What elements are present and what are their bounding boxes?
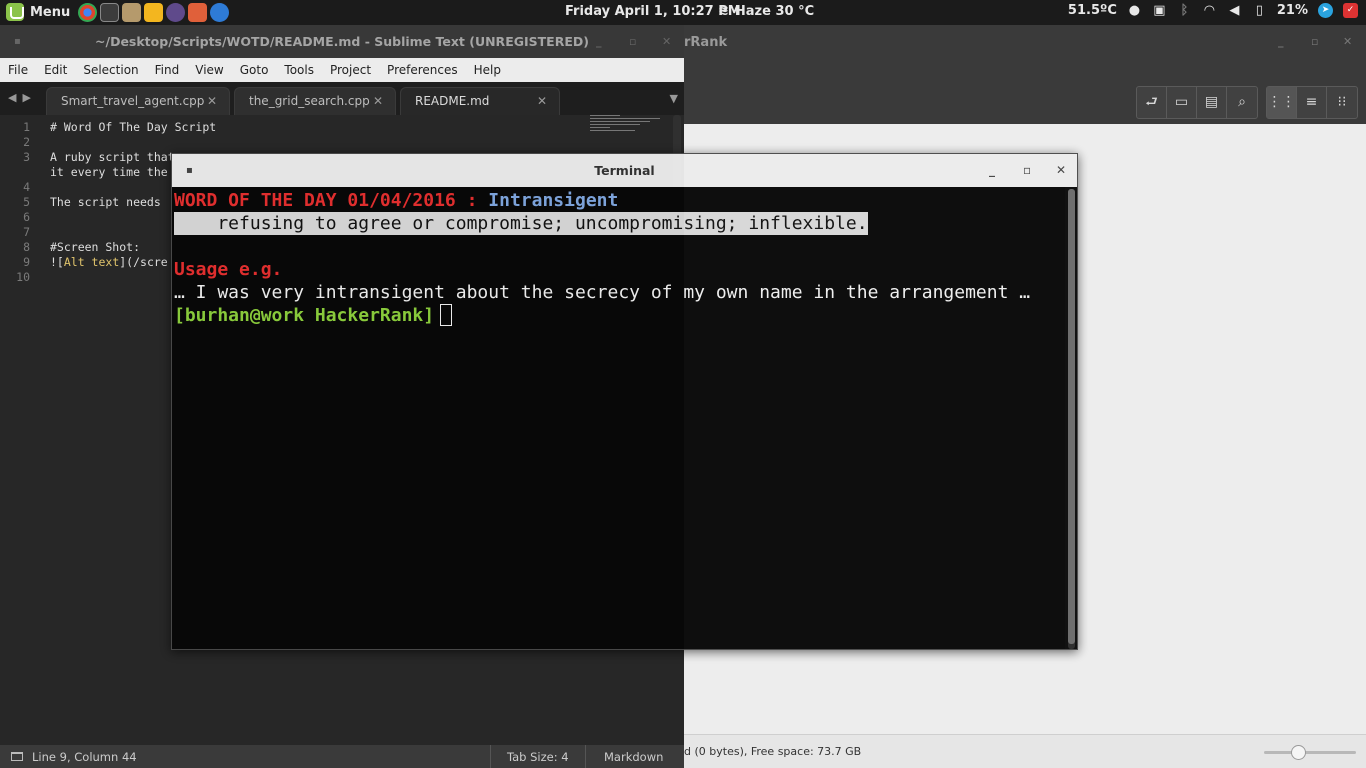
- weather-text: Haze 30 °C: [734, 4, 815, 19]
- app-b-icon[interactable]: [210, 3, 229, 22]
- open-location-icon[interactable]: ⮐: [1137, 87, 1167, 118]
- chrome-icon[interactable]: [78, 3, 97, 22]
- syntax-mode[interactable]: Markdown: [604, 750, 663, 764]
- tab-smart-travel-agent[interactable]: Smart_travel_agent.cpp ✕: [46, 87, 230, 115]
- sublime-title: ~/Desktop/Scripts/WOTD/README.md - Subli…: [95, 34, 589, 49]
- sublime-titlebar[interactable]: ▪ ~/Desktop/Scripts/WOTD/README.md - Sub…: [0, 25, 684, 58]
- wotd-word: Intransigent: [488, 190, 619, 211]
- tab-close-icon[interactable]: ✕: [373, 88, 383, 115]
- menu-label: Menu: [30, 4, 71, 20]
- wotd-header: WORD OF THE DAY 01/04/2016 : Intransigen…: [174, 190, 619, 211]
- menu-button[interactable]: Menu: [6, 3, 70, 21]
- tab-label: Smart_travel_agent.cpp: [61, 94, 205, 108]
- close-icon[interactable]: ✕: [1056, 154, 1066, 187]
- panel-toggle-icon[interactable]: [11, 752, 23, 761]
- file-manager-titlebar[interactable]: rRank _ ▫ ✕: [684, 25, 1366, 59]
- minimize-icon[interactable]: _: [1278, 35, 1284, 48]
- files-icon[interactable]: [122, 3, 141, 22]
- menu-edit[interactable]: Edit: [36, 58, 75, 82]
- tab-label: README.md: [415, 94, 490, 108]
- free-space-text: d (0 bytes), Free space: 73.7 GB: [684, 745, 862, 758]
- minimap[interactable]: [590, 115, 670, 139]
- search-icon[interactable]: ⌕: [1227, 87, 1257, 118]
- top-panel: Menu Friday April 1, 10:27 PM ≋ Haze 30 …: [0, 0, 1366, 25]
- launcher-bar: [78, 3, 229, 22]
- usage-example: … I was very intransigent about the secr…: [174, 282, 1031, 303]
- tab-readme[interactable]: README.md ✕: [400, 87, 560, 115]
- file-manager-statusbar: d (0 bytes), Free space: 73.7 GB: [684, 734, 1366, 768]
- terminal-scrollbar[interactable]: [1068, 189, 1075, 649]
- terminal-titlebar[interactable]: ▪ Terminal _ ▫ ✕: [172, 154, 1077, 187]
- window-menu-icon[interactable]: ▪: [14, 25, 21, 58]
- tab-close-icon[interactable]: ✕: [207, 88, 217, 115]
- open-terminal-icon[interactable]: ▭: [1167, 87, 1197, 118]
- wotd-definition: refusing to agree or compromise; uncompr…: [174, 212, 868, 235]
- haze-icon: ≋: [718, 4, 729, 19]
- system-tray: 51.5ºC ● ▣ ᛒ ◠ ◀ ▯ 21% ➤ ✓: [1068, 3, 1358, 18]
- sublime-menubar: File Edit Selection Find View Goto Tools…: [0, 58, 684, 82]
- maximize-icon[interactable]: ▫: [1311, 35, 1318, 48]
- app-m-icon[interactable]: [188, 3, 207, 22]
- terminal-title: Terminal: [594, 163, 655, 178]
- zoom-slider[interactable]: [1264, 745, 1356, 760]
- menu-project[interactable]: Project: [322, 58, 379, 82]
- update-icon[interactable]: ▣: [1152, 3, 1167, 18]
- folder-icon[interactable]: ▤: [1197, 87, 1227, 118]
- menu-goto[interactable]: Goto: [232, 58, 277, 82]
- wifi-icon[interactable]: ◠: [1202, 3, 1217, 18]
- tab-the-grid-search[interactable]: the_grid_search.cpp ✕: [234, 87, 396, 115]
- volume-muted-icon[interactable]: ◀: [1227, 3, 1242, 18]
- menu-tools[interactable]: Tools: [276, 58, 322, 82]
- battery-percent: 21%: [1276, 3, 1308, 18]
- toolbar-actions: ⮐ ▭ ▤ ⌕: [1136, 86, 1258, 119]
- clock[interactable]: Friday April 1, 10:27 PM: [565, 4, 741, 19]
- maximize-icon[interactable]: ▫: [629, 25, 636, 58]
- telegram-icon[interactable]: ➤: [1318, 3, 1333, 18]
- close-icon[interactable]: ✕: [1343, 35, 1352, 48]
- terminal-window: ▪ Terminal _ ▫ ✕ WORD OF THE DAY 01/04/2…: [171, 153, 1078, 650]
- tab-list-icon[interactable]: ▼: [670, 92, 678, 105]
- menu-view[interactable]: View: [187, 58, 231, 82]
- list-view-icon[interactable]: ≡: [1297, 87, 1327, 118]
- cpu-temperature[interactable]: 51.5ºC: [1068, 3, 1117, 18]
- shield-icon[interactable]: ✓: [1343, 3, 1358, 18]
- tab-close-icon[interactable]: ✕: [537, 88, 547, 115]
- tab-nav-arrows-icon[interactable]: ◀▶: [8, 91, 37, 104]
- tab-label: the_grid_search.cpp: [249, 94, 370, 108]
- mint-logo-icon: [6, 3, 24, 21]
- file-manager-title: rRank: [684, 35, 728, 50]
- battery-icon[interactable]: ▯: [1252, 3, 1267, 18]
- code-line: 2: [23, 135, 30, 149]
- window-menu-icon[interactable]: ▪: [186, 154, 193, 187]
- keep-icon[interactable]: [144, 3, 163, 22]
- sublime-statusbar: Line 9, Column 44 Tab Size: 4 Markdown: [0, 745, 684, 768]
- code-line: 1 # Word Of The Day Script: [23, 120, 217, 134]
- shell-prompt: [burhan@work HackerRank]: [174, 304, 453, 327]
- bluetooth-icon[interactable]: ᛒ: [1177, 3, 1192, 18]
- terminal-cursor: [440, 304, 453, 326]
- user-icon[interactable]: ●: [1127, 3, 1142, 18]
- menu-file[interactable]: File: [0, 58, 36, 82]
- close-icon[interactable]: ✕: [662, 25, 671, 58]
- weather-applet[interactable]: ≋ Haze 30 °C: [718, 4, 814, 19]
- maximize-icon[interactable]: ▫: [1023, 154, 1031, 187]
- usage-label: Usage e.g.: [174, 259, 283, 280]
- eclipse-icon[interactable]: [166, 3, 185, 22]
- minimize-icon[interactable]: _: [989, 154, 995, 187]
- view-switcher: ⋮⋮ ≡ ⁝⁝: [1266, 86, 1358, 119]
- terminal-icon[interactable]: [100, 3, 119, 22]
- menu-find[interactable]: Find: [147, 58, 188, 82]
- cursor-position[interactable]: Line 9, Column 44: [32, 750, 137, 764]
- menu-help[interactable]: Help: [466, 58, 509, 82]
- zoom-slider-knob[interactable]: [1290, 745, 1306, 760]
- compact-view-icon[interactable]: ⁝⁝: [1327, 87, 1357, 118]
- menu-preferences[interactable]: Preferences: [379, 58, 466, 82]
- file-manager-toolbar: ⮐ ▭ ▤ ⌕ ⋮⋮ ≡ ⁝⁝: [684, 59, 1366, 124]
- tab-bar: ◀▶ Smart_travel_agent.cpp ✕ the_grid_sea…: [0, 82, 684, 115]
- menu-selection[interactable]: Selection: [75, 58, 146, 82]
- tab-size[interactable]: Tab Size: 4: [507, 750, 569, 764]
- terminal-output[interactable]: WORD OF THE DAY 01/04/2016 : Intransigen…: [172, 187, 1065, 649]
- icon-view-icon[interactable]: ⋮⋮: [1267, 87, 1297, 118]
- minimize-icon[interactable]: _: [596, 25, 602, 58]
